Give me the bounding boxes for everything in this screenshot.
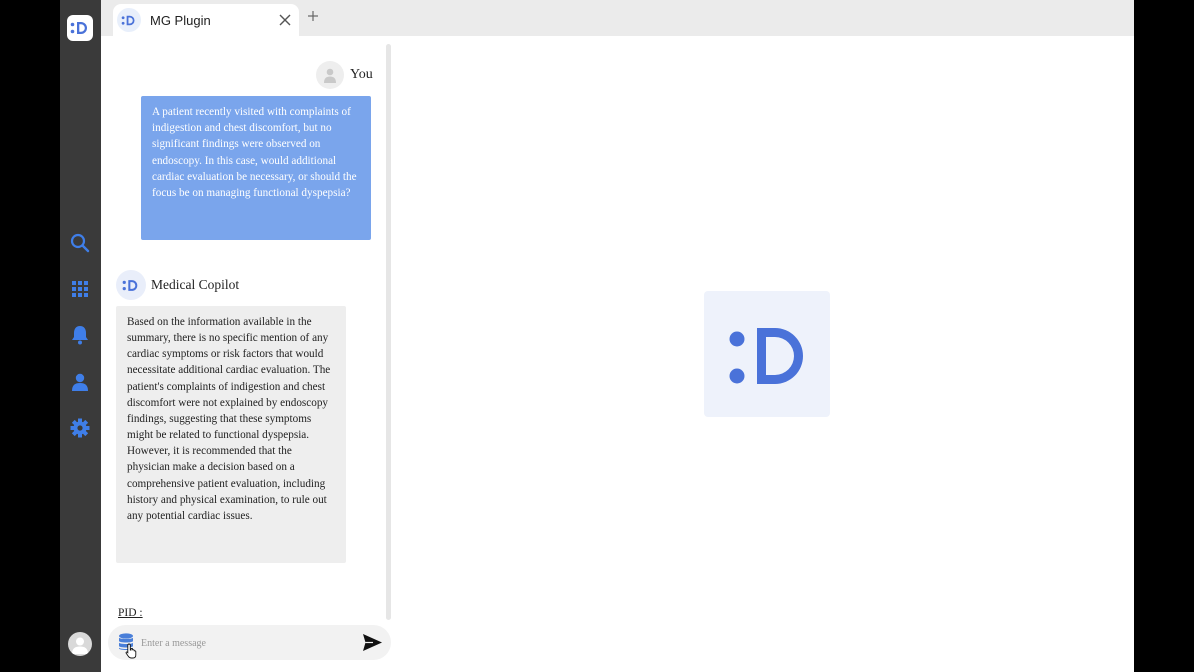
rail-search-button[interactable] xyxy=(68,231,92,255)
bot-name: Medical Copilot xyxy=(151,277,240,292)
icon-rail xyxy=(60,0,101,672)
gear-icon xyxy=(70,418,90,438)
tab-title: MG Plugin xyxy=(150,12,211,28)
user-message-bubble: A patient recently visited with complain… xyxy=(141,96,371,240)
bot-avatar xyxy=(116,270,146,300)
pid-label[interactable]: PID : xyxy=(118,607,143,619)
avatar-icon xyxy=(72,637,88,654)
bell-icon xyxy=(72,326,88,345)
center-logo xyxy=(704,291,830,417)
tab-mg-plugin[interactable]: MG Plugin xyxy=(113,4,299,36)
app-logo[interactable] xyxy=(67,15,93,41)
close-icon[interactable] xyxy=(277,12,293,28)
user-icon xyxy=(72,373,88,391)
logo-icon xyxy=(121,15,135,25)
logo-icon xyxy=(122,279,138,291)
bot-message-bubble: Based on the information available in th… xyxy=(116,306,346,563)
app-window: MG Plugin You A patient recently visited… xyxy=(101,0,1134,672)
rail-settings-button[interactable] xyxy=(68,416,92,440)
search-icon xyxy=(70,233,90,253)
rail-profile-button[interactable] xyxy=(68,370,92,394)
hand-cursor-icon xyxy=(125,643,137,659)
user-name: You xyxy=(350,67,373,82)
chat-panel: You A patient recently visited with comp… xyxy=(101,36,401,672)
account-avatar[interactable] xyxy=(68,632,92,656)
message-composer xyxy=(108,625,391,660)
rail-apps-button[interactable] xyxy=(68,277,92,301)
logo-icon xyxy=(729,328,803,384)
person-icon xyxy=(324,68,336,83)
user-message-header: You xyxy=(316,61,373,89)
message-input[interactable] xyxy=(141,632,356,654)
logo-icon xyxy=(70,22,87,34)
bot-message-header: Medical Copilot xyxy=(116,270,239,300)
screen: MG Plugin You A patient recently visited… xyxy=(0,0,1194,672)
user-avatar xyxy=(316,61,344,89)
send-icon[interactable] xyxy=(362,633,383,652)
viewer-panel xyxy=(401,36,1134,672)
tab-strip: MG Plugin xyxy=(101,0,1134,36)
rail-notifications-button[interactable] xyxy=(68,323,92,347)
new-tab-icon[interactable] xyxy=(307,10,319,22)
chat-scrollbar[interactable] xyxy=(386,44,391,620)
apps-grid-icon xyxy=(72,281,88,297)
tab-logo xyxy=(117,8,141,32)
